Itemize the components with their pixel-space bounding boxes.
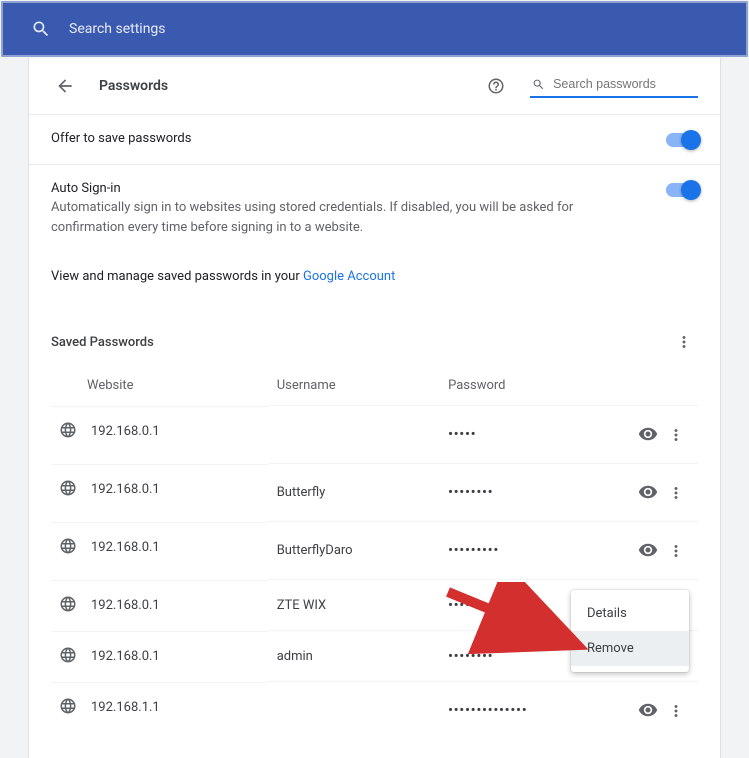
password-cell: •••••••••••••• (440, 682, 618, 740)
globe-icon (59, 595, 77, 617)
menu-item-remove[interactable]: Remove (571, 631, 689, 666)
more-vert-icon (675, 333, 693, 351)
table-row: 192.168.0.1 ButterflyDaro••••••••• (51, 522, 698, 580)
row-more-button[interactable] (662, 537, 690, 565)
auto-signin-desc: Automatically sign in to websites using … (51, 198, 650, 237)
auto-signin-title: Auto Sign-in (51, 181, 650, 196)
back-button[interactable] (51, 72, 79, 100)
site-cell[interactable]: 192.168.0.1 (91, 482, 160, 497)
auto-signin-toggle[interactable] (666, 183, 698, 197)
site-cell[interactable]: 192.168.0.1 (91, 649, 160, 664)
globe-icon (59, 697, 77, 719)
table-row: 192.168.0.1 ••••• (51, 406, 698, 464)
username-cell: Butterfly (269, 464, 440, 522)
site-cell[interactable]: 192.168.0.1 (91, 424, 160, 439)
row-more-button[interactable] (662, 479, 690, 507)
col-username: Username (269, 366, 440, 406)
help-icon (487, 77, 505, 95)
google-account-link[interactable]: Google Account (303, 269, 395, 284)
saved-passwords-table: Website Username Password 192.168.0.1 •••… (51, 366, 698, 739)
offer-save-toggle[interactable] (666, 133, 698, 147)
search-icon (31, 19, 51, 39)
col-password: Password (440, 366, 618, 406)
username-cell (269, 682, 440, 740)
username-cell (269, 406, 440, 464)
globe-icon (59, 421, 77, 443)
row-more-button[interactable] (662, 421, 690, 449)
saved-passwords-heading: Saved Passwords (51, 335, 670, 350)
password-search-field[interactable] (530, 75, 698, 98)
settings-search-placeholder: Search settings (69, 21, 166, 37)
site-cell[interactable]: 192.168.1.1 (91, 700, 160, 715)
site-cell[interactable]: 192.168.0.1 (91, 598, 160, 613)
table-row: 192.168.0.1 Butterfly•••••••• (51, 464, 698, 522)
globe-icon (59, 537, 77, 559)
globe-icon (59, 646, 77, 668)
password-cell: ••••••••• (440, 522, 618, 580)
row-context-menu: Details Remove (571, 590, 689, 672)
username-cell: ZTE WIX (269, 580, 440, 631)
password-search-input[interactable] (553, 77, 696, 91)
show-password-button[interactable] (634, 478, 662, 506)
offer-save-label: Offer to save passwords (51, 131, 650, 146)
show-password-button[interactable] (634, 536, 662, 564)
panel-header: Passwords (29, 58, 720, 114)
globe-icon (59, 479, 77, 501)
arrow-back-icon (55, 76, 75, 96)
show-password-button[interactable] (634, 420, 662, 448)
username-cell: admin (269, 631, 440, 682)
col-website: Website (51, 366, 269, 406)
auto-signin-row: Auto Sign-in Automatically sign in to we… (29, 164, 720, 253)
manage-in-account-text: View and manage saved passwords in your … (29, 253, 720, 300)
saved-passwords-more-button[interactable] (670, 328, 698, 356)
search-icon (532, 77, 545, 92)
show-password-button[interactable] (634, 696, 662, 724)
menu-item-details[interactable]: Details (571, 596, 689, 631)
username-cell: ButterflyDaro (269, 522, 440, 580)
table-row: 192.168.1.1 •••••••••••••• (51, 682, 698, 740)
password-cell: •••••••• (440, 464, 618, 522)
row-more-button[interactable] (662, 697, 690, 725)
page-title: Passwords (99, 78, 462, 94)
site-cell[interactable]: 192.168.0.1 (91, 540, 160, 555)
settings-searchbar[interactable]: Search settings (1, 1, 748, 57)
offer-save-row: Offer to save passwords (29, 114, 720, 164)
password-cell: ••••• (440, 406, 618, 464)
help-button[interactable] (482, 72, 510, 100)
